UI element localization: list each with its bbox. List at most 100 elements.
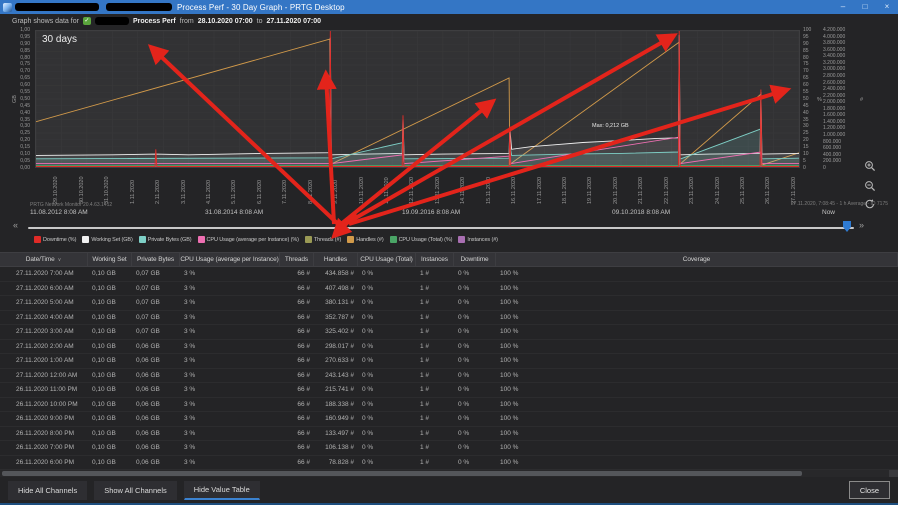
count-tick: 3.800.000	[823, 40, 856, 46]
table-cell: 298.017 #	[314, 340, 358, 354]
table-cell: 0 %	[358, 383, 416, 397]
table-cell: 1 #	[416, 311, 454, 325]
show-all-channels-button[interactable]: Show All Channels	[94, 481, 177, 500]
graph-header-prefix: Graph shows data for	[12, 18, 79, 25]
table-cell: 27.11.2020 5:00 AM	[0, 296, 88, 310]
count-tick: 4.200.000	[823, 27, 856, 33]
zoom-in-icon[interactable]	[864, 160, 876, 172]
column-header[interactable]: Threads	[280, 253, 314, 266]
table-row: 26.11.2020 7:00 PM0,10 GB0,06 GB3 %66 #1…	[0, 441, 898, 456]
table-cell: 1 #	[416, 369, 454, 383]
table-cell: 66 #	[280, 383, 314, 397]
column-header[interactable]: Date/Time∨	[0, 253, 88, 266]
legend-item-downtime[interactable]: Downtime (%)	[34, 236, 76, 243]
close-window-button[interactable]: ×	[876, 0, 898, 14]
table-cell: 0 %	[454, 311, 496, 325]
table-row: 27.11.2020 7:00 AM0,10 GB0,07 GB3 %66 #4…	[0, 267, 898, 282]
column-header[interactable]: Instances	[416, 253, 454, 266]
table-cell: 1 #	[416, 282, 454, 296]
legend-item-working[interactable]: Working Set (GB)	[82, 236, 132, 243]
gb-tick: 0,40	[0, 110, 30, 116]
x-axis-date-label: 6.11.2020	[257, 180, 263, 204]
value-table: Date/Time∨Working SetPrivate BytesCPU Us…	[0, 252, 898, 470]
column-header[interactable]: Private Bytes	[132, 253, 180, 266]
table-cell: 0 %	[454, 398, 496, 412]
legend-item-cpu[interactable]: CPU Usage (average per Instance) (%)	[198, 236, 299, 243]
legend-swatch	[82, 236, 89, 243]
count-tick: 1.800.000	[823, 106, 856, 112]
percent-axis-unit: %	[817, 97, 822, 103]
table-cell: 0,10 GB	[88, 311, 132, 325]
gb-tick: 0,35	[0, 117, 30, 123]
column-header[interactable]: Coverage	[496, 253, 898, 266]
gb-tick: 0,10	[0, 151, 30, 157]
legend-swatch	[347, 236, 354, 243]
hide-value-table-button[interactable]: Hide Value Table	[184, 481, 260, 500]
legend-item-handles[interactable]: Handles (#)	[347, 236, 383, 243]
table-cell: 0,10 GB	[88, 398, 132, 412]
column-header[interactable]: CPU Usage (average per Instance)	[180, 253, 280, 266]
maximize-button[interactable]: □	[854, 0, 876, 14]
graph-series-canvas	[36, 31, 799, 167]
legend-swatch	[305, 236, 312, 243]
table-cell: 26.11.2020 8:00 PM	[0, 427, 88, 441]
legend-item-threads[interactable]: Threads (#)	[305, 236, 341, 243]
table-cell: 0 %	[454, 296, 496, 310]
table-cell: 100 %	[496, 325, 898, 339]
table-cell: 66 #	[280, 412, 314, 426]
table-cell: 66 #	[280, 456, 314, 470]
timeline-label: 31.08.2014 8:08 AM	[205, 209, 263, 216]
x-axis-date-label: 2.11.2020	[155, 180, 161, 204]
column-header[interactable]: Working Set	[88, 253, 132, 266]
prtg-version-text: PRTG Network Monitor 20.4.63.1412	[30, 202, 112, 208]
table-cell: 3 %	[180, 456, 280, 470]
table-cell: 3 %	[180, 267, 280, 281]
legend-label: Working Set (GB)	[91, 237, 132, 243]
gb-tick: 0,15	[0, 144, 30, 150]
legend-item-instances[interactable]: Instances (#)	[458, 236, 498, 243]
x-axis-date-label: 1.11.2020	[130, 180, 136, 204]
table-cell: 27.11.2020 2:00 AM	[0, 340, 88, 354]
column-header[interactable]: CPU Usage (Total)	[358, 253, 416, 266]
gb-tick: 0,30	[0, 123, 30, 129]
percent-tick: 95	[803, 34, 816, 40]
close-button[interactable]: Close	[849, 481, 890, 499]
timeline-next-icon[interactable]: »	[859, 220, 864, 230]
table-row: 27.11.2020 3:00 AM0,10 GB0,07 GB3 %66 #3…	[0, 325, 898, 340]
table-cell: 0 %	[358, 441, 416, 455]
minimize-button[interactable]: –	[832, 0, 854, 14]
table-cell: 1 #	[416, 441, 454, 455]
x-axis-date-label: 22.11.2020	[664, 177, 670, 204]
timeline-label: 11.08.2012 8:08 AM	[30, 209, 88, 216]
horizontal-scrollbar-thumb[interactable]	[2, 471, 802, 476]
table-row: 27.11.2020 5:00 AM0,10 GB0,07 GB3 %66 #3…	[0, 296, 898, 311]
timeline-prev-icon[interactable]: «	[13, 220, 18, 230]
table-cell: 0 %	[358, 398, 416, 412]
table-cell: 1 #	[416, 325, 454, 339]
table-row: 27.11.2020 2:00 AM0,10 GB0,06 GB3 %66 #2…	[0, 340, 898, 355]
gb-tick: 0,60	[0, 82, 30, 88]
horizontal-scrollbar	[0, 470, 898, 477]
table-cell: 0,06 GB	[132, 398, 180, 412]
table-row: 27.11.2020 1:00 AM0,10 GB0,06 GB3 %66 #2…	[0, 354, 898, 369]
count-tick: 2.400.000	[823, 86, 856, 92]
legend-label: Handles (#)	[356, 237, 383, 243]
table-cell: 0,07 GB	[132, 282, 180, 296]
graph-plot-area[interactable]: 30 days Max: 0,212 GB	[35, 30, 800, 168]
table-cell: 27.11.2020 7:00 AM	[0, 267, 88, 281]
hide-all-channels-button[interactable]: Hide All Channels	[8, 481, 87, 500]
legend-item-private[interactable]: Private Bytes (GB)	[139, 236, 192, 243]
column-header[interactable]: Downtime	[454, 253, 496, 266]
table-cell: 27.11.2020 6:00 AM	[0, 282, 88, 296]
legend-swatch	[139, 236, 146, 243]
legend-item-cpu[interactable]: CPU Usage (Total) (%)	[390, 236, 453, 243]
percent-tick: 45	[803, 103, 816, 109]
table-cell: 3 %	[180, 369, 280, 383]
table-cell: 1 #	[416, 456, 454, 470]
table-row: 27.11.2020 12:00 AM0,10 GB0,06 GB3 %66 #…	[0, 369, 898, 384]
zoom-out-icon[interactable]	[864, 180, 876, 192]
column-header[interactable]: Handles	[314, 253, 358, 266]
table-row: 27.11.2020 4:00 AM0,10 GB0,07 GB3 %66 #3…	[0, 311, 898, 326]
timeline-slider-track[interactable]	[28, 227, 854, 229]
timeline-slider-handle[interactable]	[843, 221, 851, 232]
